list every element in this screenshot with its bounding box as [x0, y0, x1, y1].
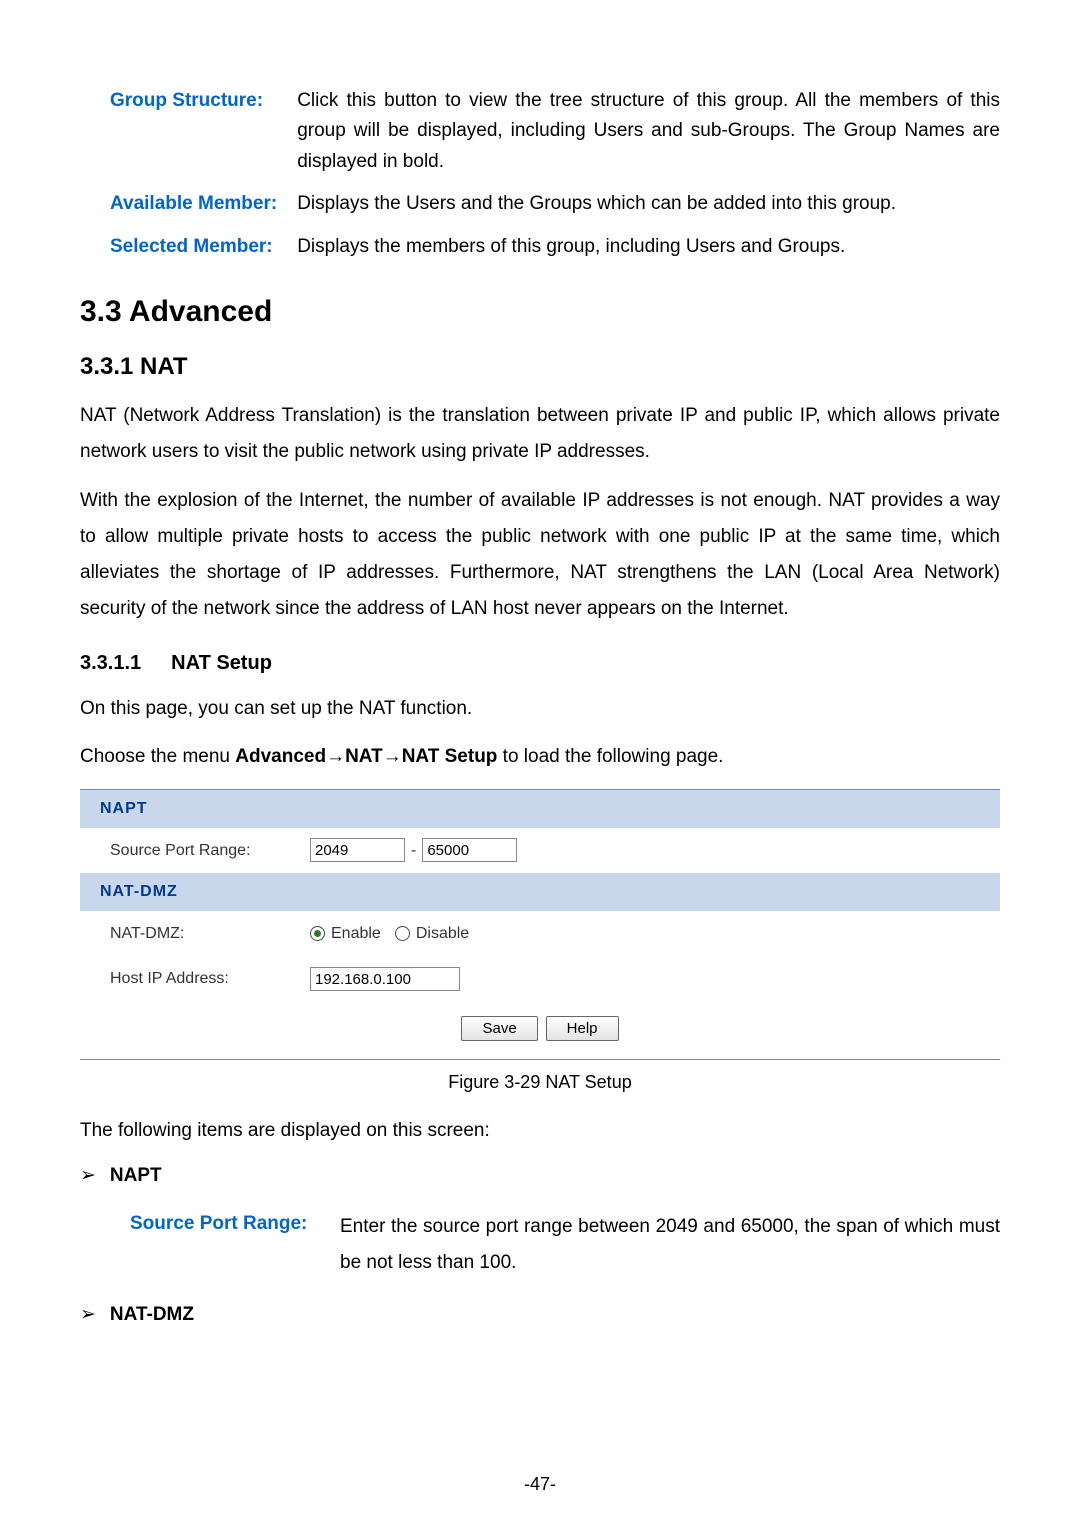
para-nat-intro: NAT (Network Address Translation) is the…	[80, 398, 1000, 470]
input-source-port-to[interactable]	[422, 838, 517, 862]
menu-pre: Choose the menu	[80, 746, 235, 767]
subdef-term: Source Port Range:	[130, 1209, 340, 1281]
term-selected-member: Selected Member:	[80, 226, 297, 268]
bullet-arrow-icon: ➢	[80, 1300, 96, 1330]
page-number: -47-	[80, 1470, 1000, 1499]
radio-icon	[310, 926, 325, 941]
heading-nat-setup-label: NAT Setup	[171, 652, 272, 674]
heading-nat-setup: 3.3.1.1 NAT Setup	[80, 647, 1000, 679]
bullet-natdmz: ➢ NAT-DMZ	[80, 1300, 1000, 1330]
desc-available-member: Displays the Users and the Groups which …	[297, 183, 1000, 225]
bullet-arrow-icon: ➢	[80, 1161, 96, 1191]
bullet-napt-label: NAPT	[110, 1161, 162, 1191]
radio-disable[interactable]: Disable	[395, 921, 469, 947]
radio-disable-label: Disable	[416, 921, 469, 947]
label-natdmz: NAT-DMZ:	[110, 921, 310, 947]
figure-button-row: Save Help	[80, 1002, 1000, 1059]
definition-list: Group Structure: Click this button to vi…	[80, 80, 1000, 268]
input-source-port-from[interactable]	[310, 838, 405, 862]
subdef-source-port-range: Source Port Range: Enter the source port…	[130, 1209, 1000, 1281]
radio-enable[interactable]: Enable	[310, 921, 381, 947]
para-menu-path: Choose the menu Advanced→NAT→NAT Setup t…	[80, 739, 1000, 775]
figure-header-napt: NAPT	[80, 790, 1000, 828]
help-button[interactable]: Help	[546, 1016, 619, 1041]
term-available-member: Available Member:	[80, 183, 297, 225]
figure-caption: Figure 3-29 NAT Setup	[80, 1068, 1000, 1097]
heading-nat-setup-num: 3.3.1.1	[80, 647, 141, 679]
desc-selected-member: Displays the members of this group, incl…	[297, 226, 1000, 268]
radio-enable-label: Enable	[331, 921, 381, 947]
radio-icon	[395, 926, 410, 941]
figure-header-natdmz: NAT-DMZ	[80, 873, 1000, 911]
para-nat-explosion: With the explosion of the Internet, the …	[80, 483, 1000, 627]
menu-post: to load the following page.	[497, 746, 723, 767]
label-source-port-range: Source Port Range:	[110, 838, 310, 864]
term-group-structure: Group Structure:	[80, 80, 297, 183]
row-host-ip: Host IP Address:	[80, 956, 1000, 1002]
items-intro: The following items are displayed on thi…	[80, 1113, 1000, 1149]
menu-path-bold: Advanced→NAT→NAT Setup	[235, 746, 497, 767]
input-host-ip[interactable]	[310, 967, 460, 991]
heading-nat: 3.3.1 NAT	[80, 348, 1000, 386]
bullet-natdmz-label: NAT-DMZ	[110, 1300, 194, 1330]
figure-nat-setup: NAPT Source Port Range: - NAT-DMZ NAT-DM…	[80, 789, 1000, 1060]
subdef-desc: Enter the source port range between 2049…	[340, 1209, 1000, 1281]
save-button[interactable]: Save	[461, 1016, 537, 1041]
desc-group-structure: Click this button to view the tree struc…	[297, 80, 1000, 183]
bullet-napt: ➢ NAPT Source Port Range: Enter the sour…	[80, 1161, 1000, 1282]
dash-separator: -	[411, 838, 416, 864]
heading-advanced: 3.3 Advanced	[80, 288, 1000, 336]
label-host-ip: Host IP Address:	[110, 966, 310, 992]
row-natdmz: NAT-DMZ: Enable Disable	[80, 911, 1000, 957]
row-source-port: Source Port Range: -	[80, 828, 1000, 874]
para-nat-setup-intro: On this page, you can set up the NAT fun…	[80, 691, 1000, 727]
